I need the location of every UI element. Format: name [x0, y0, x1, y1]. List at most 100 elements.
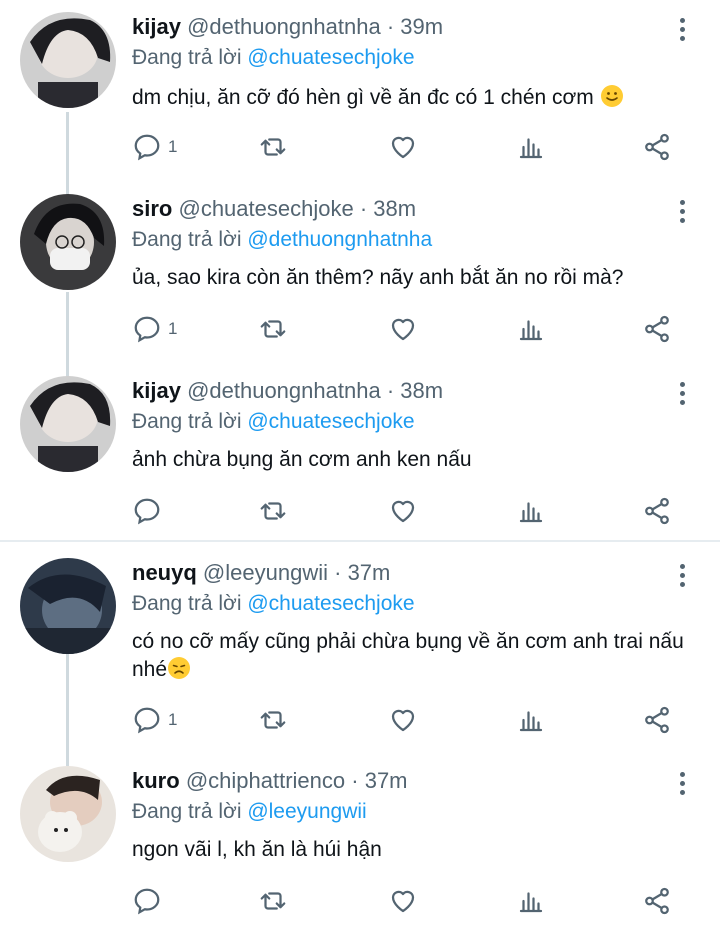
heart-icon: [391, 136, 415, 159]
analytics-icon: [519, 320, 543, 341]
replying-to: Đang trả lời @chuatesechjoke: [132, 407, 415, 437]
tweet-actions: 1: [132, 703, 692, 737]
like-button[interactable]: [388, 312, 418, 346]
retweet-button[interactable]: [258, 494, 288, 528]
tweet-header: kuro @chiphattrienco · 37m: [132, 766, 408, 796]
tweet-header: siro @chuatesechjoke · 38m: [132, 194, 416, 224]
tweet-actions: 1: [132, 130, 692, 164]
share-button[interactable]: [642, 312, 672, 346]
timestamp[interactable]: 37m: [348, 560, 391, 585]
retweet-icon: [260, 502, 286, 520]
display-name[interactable]: kijay: [132, 14, 181, 39]
analytics-button[interactable]: [516, 884, 546, 918]
analytics-button[interactable]: [516, 494, 546, 528]
display-name[interactable]: kuro: [132, 768, 180, 793]
reply-button[interactable]: 1: [132, 703, 177, 737]
timestamp[interactable]: 38m: [373, 196, 416, 221]
more-options-icon[interactable]: [680, 200, 686, 227]
conversation-divider: [0, 540, 720, 542]
like-button[interactable]: [388, 884, 418, 918]
tweet[interactable]: kijay @dethuongnhatnha · 38m Đang trả lờ…: [0, 376, 720, 536]
display-name[interactable]: siro: [132, 196, 172, 221]
user-handle[interactable]: @chuatesechjoke: [178, 196, 353, 221]
tweet-text-content: ủa, sao kira còn ăn thêm? nãy anh bắt ăn…: [132, 266, 624, 289]
tweet-actions: 1: [132, 312, 692, 346]
avatar[interactable]: [20, 12, 116, 108]
replying-to-handle[interactable]: @chuatesechjoke: [247, 592, 414, 615]
share-icon: [645, 133, 669, 161]
replying-to-label: Đang trả lời: [132, 46, 242, 69]
tweet[interactable]: neuyq @leeyungwii · 37m Đang trả lời @ch…: [0, 558, 720, 748]
tweet-text: dm chịu, ăn cỡ đó hèn gì về ăn đc có 1 c…: [132, 84, 692, 112]
retweet-icon: [260, 320, 286, 338]
tweet-text-content: có no cỡ mấy cũng phải chừa bụng về ăn c…: [132, 630, 684, 681]
reply-button[interactable]: [132, 494, 168, 528]
tweet[interactable]: kuro @chiphattrienco · 37m Đang trả lời …: [0, 766, 720, 926]
reply-count: 1: [168, 710, 178, 729]
avatar[interactable]: [20, 558, 116, 654]
heart-icon: [391, 709, 415, 732]
user-handle[interactable]: @dethuongnhatnha: [187, 14, 381, 39]
tweet-actions: [132, 884, 692, 918]
like-button[interactable]: [388, 494, 418, 528]
replying-to-label: Đang trả lời: [132, 410, 242, 433]
retweet-button[interactable]: [258, 130, 288, 164]
analytics-icon: [519, 138, 543, 159]
replying-to-handle[interactable]: @dethuongnhatnha: [247, 228, 432, 251]
more-options-icon[interactable]: [680, 772, 686, 799]
retweet-icon: [260, 711, 286, 729]
reply-count: 1: [168, 319, 178, 338]
separator-dot: ·: [386, 378, 395, 403]
tweet-text-content: ảnh chừa bụng ăn cơm anh ken nấu: [132, 448, 472, 471]
timestamp[interactable]: 38m: [400, 378, 443, 403]
reply-count: 1: [168, 137, 178, 156]
reply-button[interactable]: [132, 884, 168, 918]
reply-button[interactable]: 1: [132, 312, 177, 346]
share-button[interactable]: [642, 884, 672, 918]
analytics-button[interactable]: [516, 130, 546, 164]
replying-to-label: Đang trả lời: [132, 592, 242, 615]
retweet-button[interactable]: [258, 884, 288, 918]
more-options-icon[interactable]: [680, 382, 686, 409]
display-name[interactable]: kijay: [132, 378, 181, 403]
user-handle[interactable]: @leeyungwii: [203, 560, 328, 585]
separator-dot: ·: [386, 14, 395, 39]
analytics-button[interactable]: [516, 312, 546, 346]
share-button[interactable]: [642, 703, 672, 737]
replying-to-label: Đang trả lời: [132, 228, 242, 251]
separator-dot: ·: [359, 196, 368, 221]
tweet[interactable]: kijay @dethuongnhatnha · 39m Đang trả lờ…: [0, 12, 720, 182]
user-handle[interactable]: @chiphattrienco: [186, 768, 345, 793]
timestamp[interactable]: 39m: [400, 14, 443, 39]
avatar[interactable]: [20, 194, 116, 290]
reply-icon: [134, 707, 160, 734]
retweet-button[interactable]: [258, 703, 288, 737]
replying-to-handle[interactable]: @leeyungwii: [247, 800, 366, 823]
slightly-smiling-face-icon: [600, 85, 623, 107]
tweet[interactable]: siro @chuatesechjoke · 38m Đang trả lời …: [0, 194, 720, 364]
reply-button[interactable]: 1: [132, 130, 177, 164]
tweet-text: có no cỡ mấy cũng phải chừa bụng về ăn c…: [132, 628, 692, 684]
share-icon: [645, 887, 669, 915]
heart-icon: [391, 890, 415, 913]
avatar[interactable]: [20, 376, 116, 472]
heart-icon: [391, 500, 415, 523]
like-button[interactable]: [388, 703, 418, 737]
avatar[interactable]: [20, 766, 116, 862]
replying-to-handle[interactable]: @chuatesechjoke: [247, 46, 414, 69]
like-button[interactable]: [388, 130, 418, 164]
more-options-icon[interactable]: [680, 18, 686, 45]
replying-to-handle[interactable]: @chuatesechjoke: [247, 410, 414, 433]
more-options-icon[interactable]: [680, 564, 686, 591]
display-name[interactable]: neuyq: [132, 560, 197, 585]
user-handle[interactable]: @dethuongnhatnha: [187, 378, 381, 403]
share-button[interactable]: [642, 494, 672, 528]
analytics-button[interactable]: [516, 703, 546, 737]
replying-to: Đang trả lời @dethuongnhatnha: [132, 225, 432, 255]
share-button[interactable]: [642, 130, 672, 164]
retweet-button[interactable]: [258, 312, 288, 346]
replying-to: Đang trả lời @chuatesechjoke: [132, 43, 415, 73]
tweet-header: neuyq @leeyungwii · 37m: [132, 558, 390, 588]
timestamp[interactable]: 37m: [365, 768, 408, 793]
reply-icon: [134, 134, 160, 161]
